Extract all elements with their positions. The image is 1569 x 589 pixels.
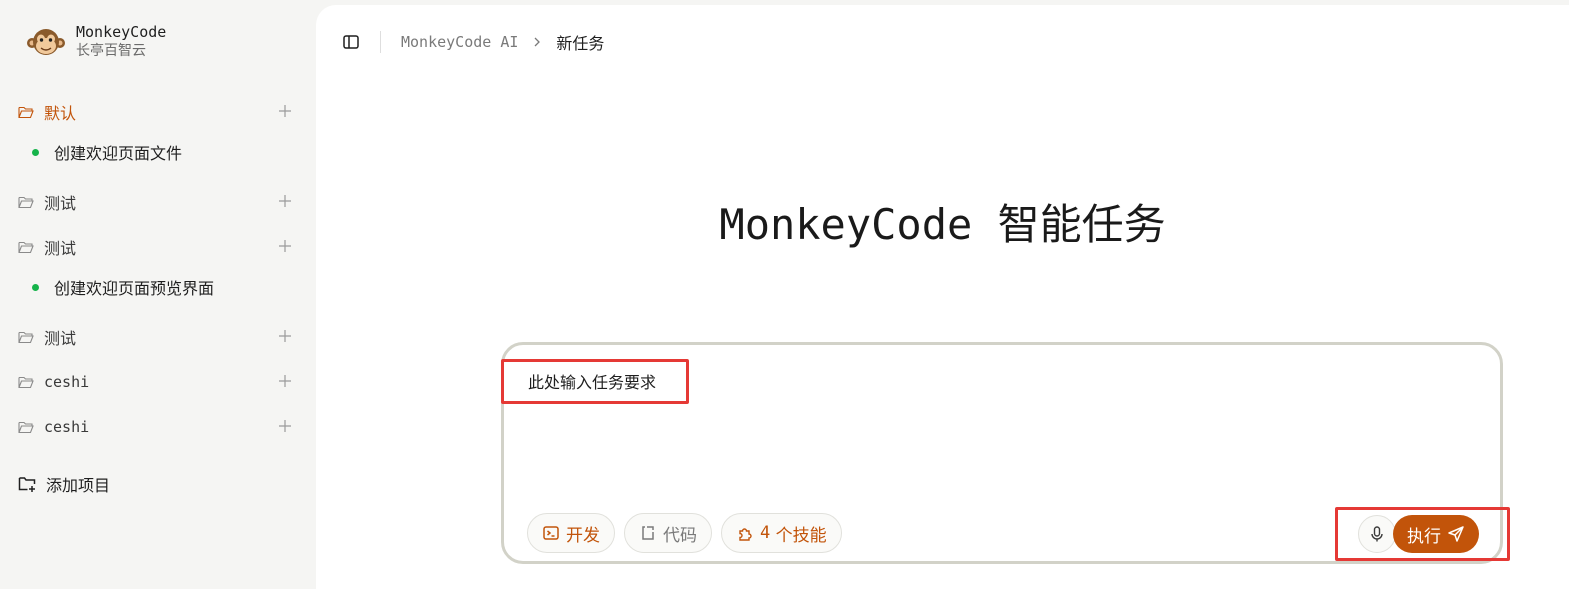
folder-open-icon [18,376,34,389]
sidebar-project-ceshi-1[interactable]: ceshi [18,368,298,396]
add-task-icon[interactable] [278,419,292,433]
add-task-icon[interactable] [278,239,292,253]
sidebar-project-test-2[interactable]: 测试 [18,233,298,261]
code-chip-label: 代码 [663,525,697,546]
folder-open-icon [18,106,34,119]
sidebar-task[interactable]: 创建欢迎页面预览界面 [32,275,214,299]
code-chip[interactable]: 代码 [624,513,712,553]
project-label: ceshi [44,373,90,391]
project-label: 测试 [44,194,77,213]
project-label: 测试 [44,329,77,348]
sidebar-project-ceshi-2[interactable]: ceshi [18,413,298,441]
add-task-icon[interactable] [278,194,292,208]
voice-input-button[interactable] [1358,515,1396,553]
add-project-label: 添加项目 [46,476,111,495]
send-icon [1448,526,1464,542]
task-status-dot [32,283,39,291]
sidebar-project-default[interactable]: 默认 [18,98,298,126]
task-input[interactable]: 此处输入任务要求 [528,369,1428,393]
project-label: ceshi [44,418,90,436]
page-title-brand: MonkeyCode [719,200,973,249]
task-composer: 此处输入任务要求 开发 代码 4 个技能 执行 [501,342,1510,564]
main-panel: MonkeyCode AI 新任务 MonkeyCode 智能任务 此处输入任务… [316,5,1569,589]
puzzle-icon [739,528,752,541]
folder-open-icon [18,421,34,434]
task-label: 创建欢迎页面预览界面 [54,279,215,298]
terminal-icon [543,526,559,540]
brand-name: MonkeyCode [76,23,167,41]
chevron-right-icon [534,37,541,47]
folder-open-icon [18,241,34,254]
skills-count: 4 [760,523,771,543]
dev-mode-chip[interactable]: 开发 [527,513,615,553]
add-task-icon[interactable] [278,104,292,118]
sidebar: MonkeyCode 长亭百智云 默认 创建欢迎页面文件 测试 测试 创建欢迎页… [0,0,316,589]
sidebar-project-test-1[interactable]: 测试 [18,188,298,216]
add-project-button[interactable]: 添加项目 [18,471,110,497]
monkey-logo-icon [27,29,65,55]
project-label: 默认 [44,104,77,123]
run-button[interactable]: 执行 [1393,515,1479,553]
sidebar-toggle-icon[interactable] [342,33,360,51]
task-label: 创建欢迎页面文件 [54,144,183,163]
breadcrumb-root[interactable]: MonkeyCode AI [401,33,518,51]
divider [380,31,381,53]
dev-chip-label: 开发 [566,525,600,546]
brand[interactable]: MonkeyCode 长亭百智云 [26,22,166,62]
folder-open-icon [18,196,34,209]
project-label: 测试 [44,239,77,258]
sidebar-project-test-3[interactable]: 测试 [18,323,298,351]
page-title-text: 智能任务 [997,200,1166,249]
skills-chip[interactable]: 4 个技能 [721,513,842,553]
breadcrumb-current: 新任务 [556,34,605,53]
folder-open-icon [18,331,34,344]
sidebar-task[interactable]: 创建欢迎页面文件 [32,140,182,164]
microphone-icon [1371,526,1383,542]
task-status-dot [32,148,39,156]
skills-label: 个技能 [775,525,827,546]
add-task-icon[interactable] [278,329,292,343]
folder-plus-icon [18,477,36,492]
run-button-label: 执行 [1407,526,1441,547]
add-task-icon[interactable] [278,374,292,388]
brand-subtitle: 长亭百智云 [76,43,146,59]
breadcrumb: MonkeyCode AI 新任务 [342,30,604,54]
page-title: MonkeyCode 智能任务 [316,191,1569,252]
code-repo-icon [642,526,654,540]
